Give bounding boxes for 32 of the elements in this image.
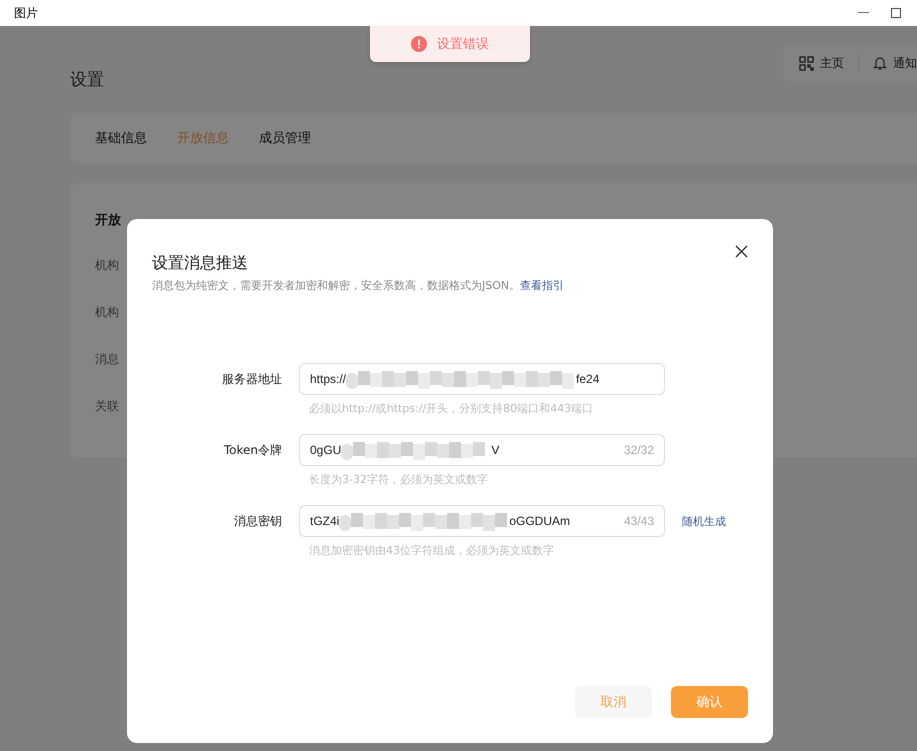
- form-label: 服务器地址: [222, 370, 282, 388]
- header-action-button[interactable]: 通知: [873, 54, 917, 72]
- bell-icon: [873, 55, 887, 71]
- field-label: 机构: [95, 304, 119, 321]
- form-label: 消息密钥: [234, 512, 282, 530]
- form-label: Token令牌: [224, 442, 282, 458]
- minimize-icon[interactable]: [858, 12, 869, 14]
- grid-icon: [799, 56, 814, 70]
- input-field[interactable]: 0gGU V 32/32: [299, 434, 665, 466]
- dialog-description: 消息包为纯密文，需要开发者加密和解密，安全系数高，数据格式为JSON。查看指引: [152, 278, 564, 293]
- error-toast: 设置错误: [370, 26, 530, 62]
- generate-link[interactable]: 随机生成: [682, 514, 748, 528]
- header-action-button[interactable]: 主页: [799, 54, 844, 72]
- field-label: 消息: [95, 351, 119, 368]
- input-field[interactable]: https:// fe24: [299, 363, 665, 395]
- page-title: 设置: [70, 69, 104, 91]
- window-title: 图片: [14, 4, 38, 22]
- tab[interactable]: 基础信息: [95, 129, 147, 147]
- input-field[interactable]: tGZ4i oGGDUAm 43/43: [299, 505, 665, 537]
- field-hint: 消息加密密钥由43位字符组成，必须为英文或数字: [308, 543, 555, 558]
- close-button[interactable]: [735, 245, 748, 258]
- field-label: 关联: [95, 398, 119, 415]
- close-icon: [735, 245, 748, 258]
- field-hint: 必须以http://或https://开头，分别支持80端口和443端口: [308, 401, 594, 416]
- maximize-icon[interactable]: [891, 8, 901, 18]
- guide-link[interactable]: 查看指引: [520, 279, 564, 292]
- field-hint: 长度为3-32字符，必须为英文或数字: [308, 472, 489, 487]
- field-label: 机构: [95, 257, 119, 274]
- tab[interactable]: 成员管理: [259, 129, 311, 147]
- section-title: 开放: [95, 212, 121, 229]
- dialog-title: 设置消息推送: [152, 253, 249, 274]
- error-icon: [411, 36, 427, 52]
